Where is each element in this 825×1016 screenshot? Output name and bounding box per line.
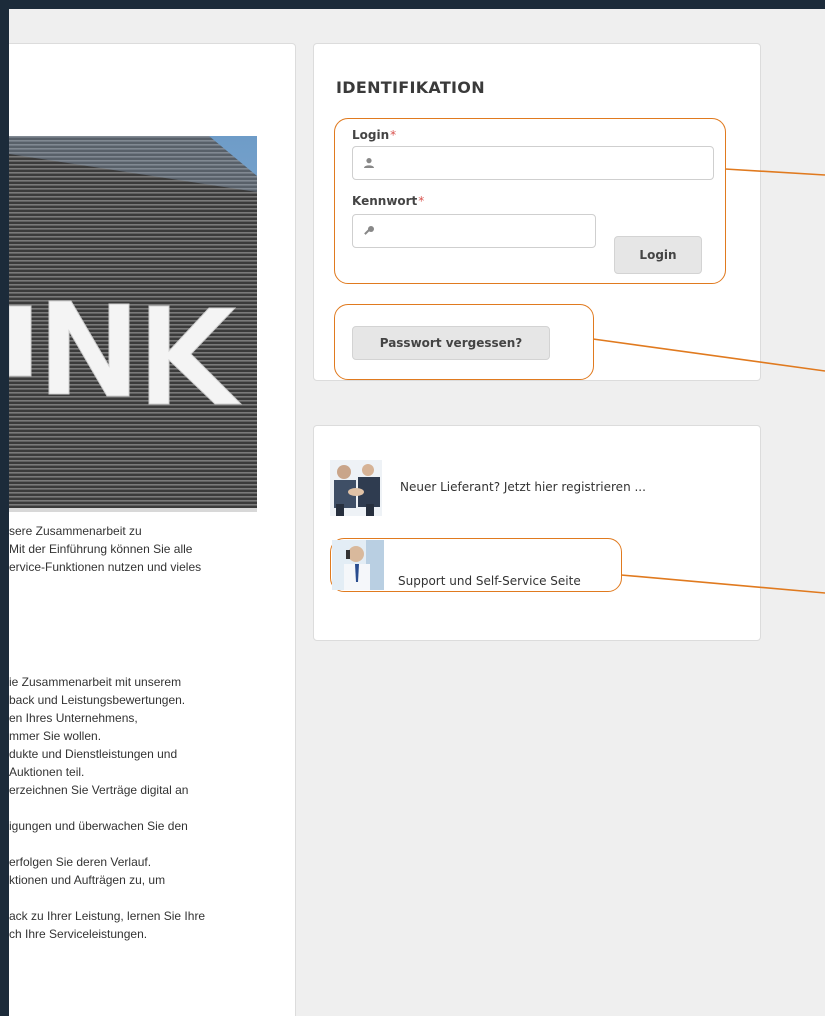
feature-line: ktionen und Aufträgen zu, um — [9, 873, 166, 887]
intro-line: Mit der Einführung können Sie alle — [9, 542, 193, 556]
feature-line: back und Leistungsbewertungen. — [9, 693, 186, 707]
handshake-image — [330, 460, 382, 516]
user-icon — [363, 157, 375, 169]
company-building-image — [9, 136, 257, 512]
required-marker: * — [418, 194, 425, 208]
login-button[interactable]: Login — [614, 236, 702, 274]
feature-line: en Ihres Unternehmens, — [9, 711, 138, 725]
info-panel: sere Zusammenarbeit zu Mit der Einführun… — [9, 43, 296, 1016]
support-text: Support und Self-Service Seite — [398, 574, 581, 588]
identification-title: IDENTIFIKATION — [336, 78, 485, 97]
feature-line: Auktionen teil. — [9, 765, 85, 779]
page-area: sere Zusammenarbeit zu Mit der Einführun… — [9, 9, 825, 1016]
new-supplier-link[interactable]: Neuer Lieferant? Jetzt hier registrieren… — [330, 460, 646, 516]
feature-line: erfolgen Sie deren Verlauf. — [9, 855, 152, 869]
login-label-text: Login — [352, 128, 390, 142]
feature-line: mmer Sie wollen. — [9, 729, 102, 743]
intro-line: sere Zusammenarbeit zu — [9, 524, 142, 538]
key-icon — [363, 225, 375, 237]
building-photo — [9, 136, 257, 512]
support-link[interactable]: Support und Self-Service Seite — [332, 540, 581, 590]
new-supplier-text: Neuer Lieferant? Jetzt hier registrieren… — [400, 480, 646, 494]
links-card: Neuer Lieferant? Jetzt hier registrieren… — [313, 425, 761, 641]
login-card: IDENTIFIKATION Login* Kennwort* Login Pa… — [313, 43, 761, 381]
password-input[interactable] — [381, 215, 595, 247]
feature-line: ack zu Ihrer Leistung, lernen Sie Ihre — [9, 909, 206, 923]
intro-line: ervice-Funktionen nutzen und vieles — [9, 560, 202, 574]
password-label-text: Kennwort — [352, 194, 418, 208]
password-field[interactable] — [352, 214, 596, 248]
top-frame — [0, 0, 825, 9]
password-label: Kennwort* — [352, 194, 424, 208]
login-input[interactable] — [381, 147, 713, 179]
login-field[interactable] — [352, 146, 714, 180]
login-label: Login* — [352, 128, 396, 142]
support-person-image — [332, 540, 384, 590]
required-marker: * — [390, 128, 397, 142]
feature-line: erzeichnen Sie Verträge digital an — [9, 783, 189, 797]
feature-line: ch Ihre Serviceleistungen. — [9, 927, 148, 941]
forgot-password-button[interactable]: Passwort vergessen? — [352, 326, 550, 360]
feature-line: ie Zusammenarbeit mit unserem — [9, 675, 182, 689]
feature-line: dukte und Dienstleistungen und — [9, 747, 178, 761]
intro-paragraph: sere Zusammenarbeit zu Mit der Einführun… — [9, 522, 289, 576]
feature-line: igungen und überwachen Sie den — [9, 819, 188, 833]
